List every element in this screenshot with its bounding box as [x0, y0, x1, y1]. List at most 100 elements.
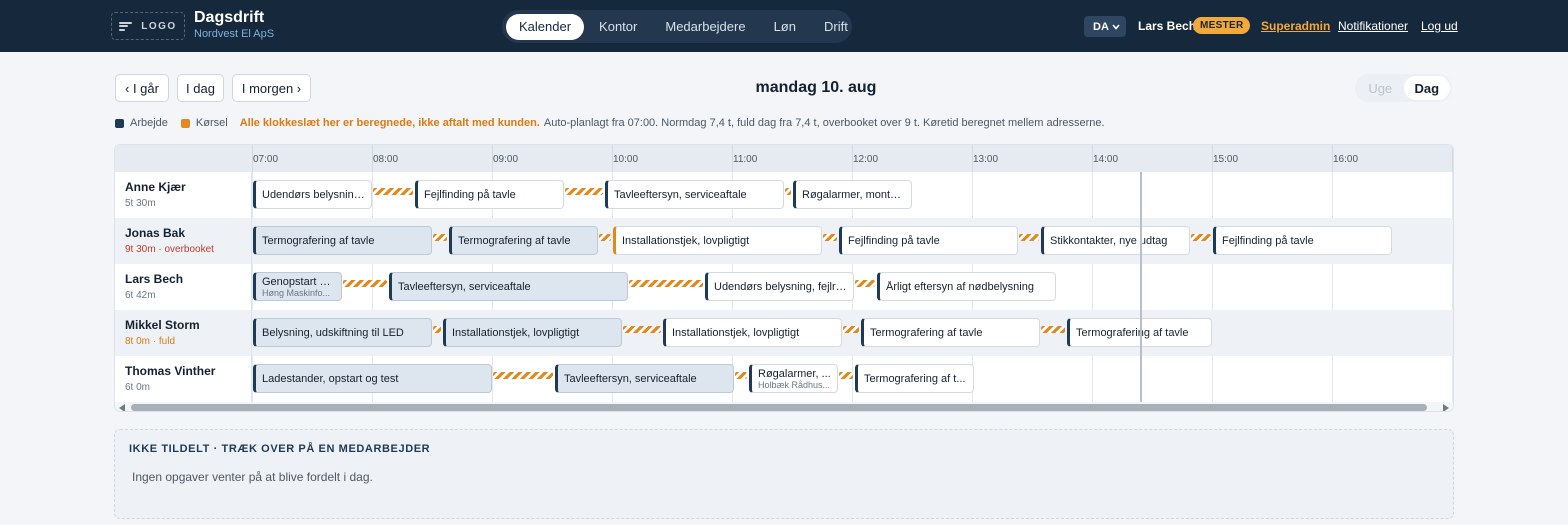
view-week-option[interactable]: Uge [1357, 76, 1404, 100]
drive-segment [839, 372, 853, 379]
task-block[interactable]: Installationstjek, lovpligtigt [443, 318, 622, 347]
task-title: Stikkontakter, nye udtag [1050, 234, 1168, 247]
legend-drive: Kørsel [195, 117, 228, 129]
employee-name: Mikkel Storm [125, 318, 200, 332]
task-block[interactable]: Røgalarmer, montag... [793, 180, 912, 209]
hour-label: 13:00 [973, 154, 999, 165]
task-title: Installationstjek, lovpligtigt [452, 326, 580, 339]
company-name: Nordvest El ApS [194, 28, 275, 40]
employee-name: Lars Bech [125, 272, 184, 286]
legend-work: Arbejde [130, 117, 168, 129]
drive-segment [855, 280, 875, 287]
logout-link[interactable]: Log ud [1421, 19, 1458, 33]
unassigned-dropzone[interactable]: IKKE TILDELT · TRÆK OVER PÅ EN MEDARBEJD… [114, 429, 1454, 519]
nav-loen[interactable]: Løn [761, 14, 809, 40]
drive-segment [343, 280, 387, 287]
drive-segment [785, 188, 791, 195]
task-block[interactable]: Tavleeftersyn, serviceaftale [555, 364, 734, 393]
drive-segment [1041, 326, 1065, 333]
date-title: mandag 10. aug [755, 79, 877, 96]
chevron-down-icon [1112, 23, 1120, 30]
hour-label: 16:00 [1333, 154, 1359, 165]
task-title: Udendørs belysning... [262, 188, 365, 201]
employee-row[interactable]: Thomas Vinther 6t 0m Ladestander, opstart … [115, 356, 1453, 402]
drive-segment [433, 326, 441, 333]
hour-label: 09:00 [493, 154, 519, 165]
hour-label: 15:00 [1213, 154, 1239, 165]
drive-segment [823, 234, 837, 241]
notifications-link[interactable]: Notifikationer [1338, 19, 1408, 33]
nav-drift[interactable]: Drift [811, 14, 861, 40]
drive-segment [735, 372, 747, 379]
task-block[interactable]: Termografering af tavle [861, 318, 1040, 347]
employee-row[interactable]: Anne Kjær 5t 30m Udendørs belysning... Fejl… [115, 172, 1453, 218]
logo[interactable]: LOGO [111, 12, 185, 40]
task-block[interactable]: Årligt eftersyn af nødbelysning [877, 272, 1056, 301]
employee-hours: 6t 42m [125, 290, 156, 301]
employee-hours: 8t 0m · fuld [125, 336, 176, 347]
task-block[interactable]: Installationstjek, lovpligtigt [663, 318, 842, 347]
task-block[interactable]: Udendørs belysning, fejlre... [705, 272, 854, 301]
employee-row[interactable]: Mikkel Storm 8t 0m · fuld Belysning, udski… [115, 310, 1453, 356]
drive-segment [1191, 234, 1211, 241]
hour-label: 10:00 [613, 154, 639, 165]
legend-info: Auto-planlagt fra 07:00. Normdag 7,4 t, … [543, 117, 1105, 129]
role-badge: MESTER [1193, 17, 1251, 34]
unassigned-title: IKKE TILDELT · TRÆK OVER PÅ EN MEDARBEJD… [129, 443, 431, 455]
drive-segment [433, 234, 447, 241]
drive-segment [565, 188, 603, 195]
employee-label: Mikkel Storm 8t 0m · fuld [115, 310, 252, 356]
language-select[interactable]: DA [1084, 16, 1126, 37]
top-navbar: LOGO Dagsdrift Nordvest El ApS Kalender … [0, 0, 1568, 52]
employee-row[interactable]: Lars Bech 6t 42m Genopstart ef... Høng Mask… [115, 264, 1453, 310]
task-title: Ladestander, opstart og test [262, 372, 399, 385]
task-title: Fejlfinding på tavle [424, 188, 516, 201]
view-toggle: Uge Dag [1355, 74, 1452, 102]
hour-label: 08:00 [373, 154, 399, 165]
task-block[interactable]: Installationstjek, lovpligtigt [613, 226, 822, 255]
employee-row[interactable]: Jonas Bak 9t 30m · overbooket Termograferi… [115, 218, 1453, 264]
task-block[interactable]: Termografering af t... [855, 364, 974, 393]
superadmin-link[interactable]: Superadmin [1261, 19, 1330, 33]
task-block[interactable]: Tavleeftersyn, serviceaftale [389, 272, 628, 301]
nav-kontor[interactable]: Kontor [586, 14, 650, 40]
scroll-left-icon[interactable] [119, 404, 125, 411]
next-day-button[interactable]: I morgen › [232, 74, 311, 102]
task-block[interactable]: Fejlfinding på tavle [839, 226, 1018, 255]
task-title: Termografering af t... [864, 372, 966, 385]
scroll-right-icon[interactable] [1443, 404, 1449, 411]
nav-medarbejdere[interactable]: Medarbejdere [652, 14, 758, 40]
employee-name: Anne Kjær [125, 180, 186, 194]
task-block[interactable]: Tavleeftersyn, serviceaftale [605, 180, 784, 209]
task-block[interactable]: Stikkontakter, nye udtag [1041, 226, 1190, 255]
employee-label: Anne Kjær 5t 30m [115, 172, 252, 218]
drive-segment [623, 326, 661, 333]
task-title: Udendørs belysning, fejlre... [714, 280, 847, 293]
nav-kalender[interactable]: Kalender [506, 13, 585, 40]
task-block[interactable]: Genopstart ef... Høng Maskinfo... [253, 272, 342, 301]
horizontal-scrollbar[interactable] [115, 402, 1453, 411]
prev-day-button[interactable]: ‹ I går [115, 74, 169, 102]
user-name: Lars Bech [1138, 19, 1197, 33]
scroll-thumb[interactable] [131, 404, 1427, 411]
task-block[interactable]: Ladestander, opstart og test [253, 364, 492, 393]
task-block[interactable]: Fejlfinding på tavle [1213, 226, 1392, 255]
drive-segment [629, 280, 703, 287]
task-block[interactable]: Røgalarmer, ... Holbæk Rådhus... [749, 364, 838, 393]
task-title: Årligt eftersyn af nødbelysning [886, 280, 1034, 293]
current-time-line [1140, 172, 1142, 402]
task-block[interactable]: Termografering af tavle [449, 226, 598, 255]
task-block[interactable]: Udendørs belysning... [253, 180, 372, 209]
today-button[interactable]: I dag [177, 74, 224, 102]
hour-label: 11:00 [733, 154, 758, 165]
view-day-option[interactable]: Dag [1403, 76, 1450, 100]
hour-label: 17:00 [1453, 154, 1454, 165]
task-title: Belysning, udskiftning til LED [262, 326, 404, 339]
task-block[interactable]: Belysning, udskiftning til LED [253, 318, 432, 347]
task-title: Termografering af tavle [458, 234, 571, 247]
task-block[interactable]: Termografering af tavle [253, 226, 432, 255]
task-title: Genopstart ef... [262, 275, 335, 288]
hour-label: 12:00 [853, 154, 879, 165]
work-swatch [115, 118, 124, 128]
task-block[interactable]: Fejlfinding på tavle [415, 180, 564, 209]
